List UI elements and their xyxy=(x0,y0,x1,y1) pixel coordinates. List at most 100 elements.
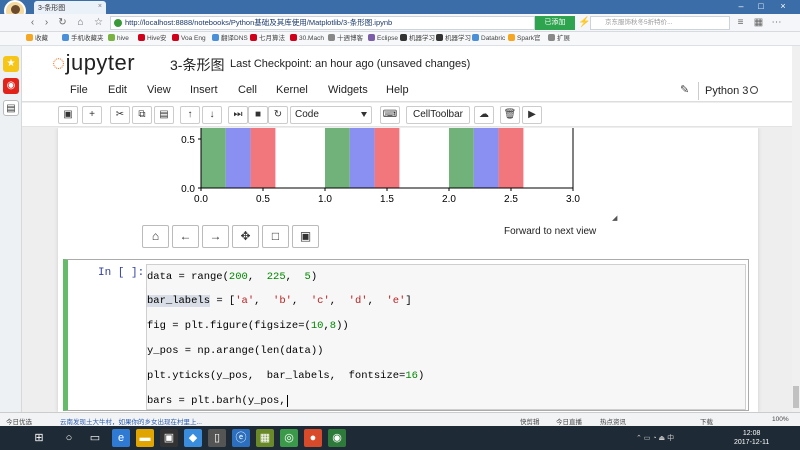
menu-icon[interactable]: ≡ xyxy=(734,16,747,29)
maximize-icon[interactable]: □ xyxy=(754,1,768,12)
weibo-icon[interactable]: ◉ xyxy=(3,78,19,94)
bookmark-item[interactable]: Spark官 xyxy=(508,34,540,44)
save-figure-icon[interactable]: ▣ xyxy=(292,225,319,248)
os-taskbar: ⊞ ○ ▭ e ▬ ▣ ◆ ▯ ⓔ ▦ ◎ ● ◉ ⌃ ▭ ◔ ⏏ 中 12:0… xyxy=(0,426,800,450)
bookmark-item[interactable]: 七月算法 xyxy=(250,34,285,44)
code-editor[interactable]: data = range(200, 225, 5) bar_labels = ['… xyxy=(146,264,746,410)
bookmark-favicon-icon xyxy=(548,34,555,41)
bookmark-item[interactable]: 30.Mach xyxy=(290,34,324,44)
arrow-up-icon[interactable]: ↑ xyxy=(180,106,200,124)
bookmark-item[interactable]: 机器学习 xyxy=(436,34,471,44)
edit-pencil-icon[interactable]: ✎ xyxy=(680,83,689,96)
bookmark-item[interactable]: Voa Eng xyxy=(172,34,206,44)
stop-icon[interactable]: ■ xyxy=(248,106,268,124)
edge-icon[interactable]: ⓔ xyxy=(232,429,250,447)
scrollbar-thumb[interactable] xyxy=(793,386,799,408)
bookmark-item[interactable]: 机器学习 xyxy=(400,34,435,44)
bookmark-item[interactable]: Databric xyxy=(472,34,505,44)
video-icon[interactable]: ▶ xyxy=(522,106,542,124)
zoom-level[interactable]: 100% xyxy=(772,416,789,423)
bookmark-item[interactable]: 翻译DNS xyxy=(212,34,248,44)
windows-start-icon[interactable]: ⊞ xyxy=(30,429,48,447)
bookmark-item[interactable]: 收藏 xyxy=(26,34,48,44)
bar xyxy=(325,128,350,188)
plus-icon[interactable]: + xyxy=(82,106,102,124)
doc-icon[interactable]: ▤ xyxy=(3,100,19,116)
bookmark-item[interactable]: 扩展 xyxy=(548,34,570,44)
favorites-star-icon[interactable]: ★ xyxy=(3,56,19,72)
zoom-rect-icon[interactable]: □ xyxy=(262,225,289,248)
paste-icon[interactable]: ▤ xyxy=(154,106,174,124)
more-icon[interactable]: ⋯ xyxy=(770,16,783,29)
close-window-icon[interactable]: × xyxy=(776,1,790,12)
bookmark-item[interactable]: Hive安 xyxy=(138,34,167,44)
back-icon[interactable]: ‹ xyxy=(26,16,39,29)
cut-icon[interactable]: ✂ xyxy=(110,106,130,124)
statusbar-item[interactable]: 今日直播 xyxy=(556,416,582,426)
app-3-icon[interactable]: ◎ xyxy=(280,429,298,447)
refresh-icon[interactable]: ↻ xyxy=(268,106,288,124)
page-scrollbar[interactable] xyxy=(792,46,800,412)
code-cell[interactable]: In [ ]: data = range(200, 225, 5) bar_lab… xyxy=(63,259,749,411)
menu-insert[interactable]: Insert xyxy=(190,84,218,96)
keyboard-icon[interactable]: ⌨ xyxy=(380,106,400,124)
trash-icon[interactable]: 🗑 xyxy=(500,106,520,124)
statusbar-left[interactable]: 今日优选 xyxy=(6,416,32,426)
jupyter-logo[interactable]: ◌jupyter xyxy=(52,50,135,76)
added-button[interactable]: 已添加 xyxy=(535,16,575,30)
menu-kernel[interactable]: Kernel xyxy=(276,84,308,96)
notebook-name[interactable]: 3-条形图 xyxy=(170,55,224,75)
statusbar-news[interactable]: 云南发现土大牛村，如果你的乡女出现在村里上... xyxy=(60,416,202,426)
forward-icon[interactable]: › xyxy=(40,16,53,29)
bookmark-item[interactable]: 十週博客 xyxy=(328,34,363,44)
step-forward-icon[interactable]: ⏭ xyxy=(228,106,248,124)
address-bar[interactable]: http://localhost:8888/notebooks/Python基础… xyxy=(110,16,535,30)
system-tray[interactable]: ⌃ ▭ ◔ ⏏ 中 xyxy=(636,433,674,443)
statusbar-item[interactable]: 下载 xyxy=(700,416,713,426)
statusbar-item[interactable]: 快剪辑 xyxy=(520,416,540,426)
figure-resize-handle[interactable]: ◢ xyxy=(612,214,617,222)
celltoolbar-button[interactable]: CellToolbar xyxy=(406,106,470,124)
menu-cell[interactable]: Cell xyxy=(238,84,257,96)
folder-icon[interactable]: ▬ xyxy=(136,429,154,447)
bookmark-item[interactable]: hive xyxy=(108,34,129,44)
menu-view[interactable]: View xyxy=(147,84,171,96)
search-taskbar-icon[interactable]: ○ xyxy=(60,429,78,447)
home-nav-icon[interactable]: ⌂ xyxy=(74,16,87,29)
app-icon[interactable]: ◆ xyxy=(184,429,202,447)
move-icon[interactable]: ✥ xyxy=(232,225,259,248)
app-5-icon[interactable]: ◉ xyxy=(328,429,346,447)
copy-icon[interactable]: ⧉ xyxy=(132,106,152,124)
menu-help[interactable]: Help xyxy=(386,84,409,96)
upload-icon[interactable]: ☁ xyxy=(474,106,494,124)
menu-file[interactable]: File xyxy=(70,84,88,96)
taskbar-clock[interactable]: 12:08 2017-12-11 xyxy=(734,429,769,447)
arrow-right-icon[interactable]: → xyxy=(202,225,229,248)
star-icon[interactable]: ☆ xyxy=(92,16,105,29)
task-view-icon[interactable]: ▭ xyxy=(86,429,104,447)
browser-tab[interactable]: 3-条形图 × xyxy=(34,1,106,14)
app-4-icon[interactable]: ● xyxy=(304,429,322,447)
minimize-icon[interactable]: – xyxy=(734,1,748,12)
bookmark-item[interactable]: Eclipse xyxy=(368,34,398,44)
arrow-down-icon[interactable]: ↓ xyxy=(202,106,222,124)
save-icon[interactable]: ▣ xyxy=(58,106,78,124)
ie-icon[interactable]: e xyxy=(112,429,130,447)
grid-icon[interactable]: ▦ xyxy=(752,16,765,29)
terminal-icon[interactable]: ▯ xyxy=(208,429,226,447)
close-tab-icon[interactable]: × xyxy=(98,3,102,10)
home-icon[interactable]: ⌂ xyxy=(142,225,169,248)
store-icon[interactable]: ▣ xyxy=(160,429,178,447)
search-input[interactable]: 京东服饰秋冬5折特价... xyxy=(590,16,730,30)
app-2-icon[interactable]: ▦ xyxy=(256,429,274,447)
bar xyxy=(201,128,226,188)
x-tick-label: 2.5 xyxy=(504,194,518,205)
bookmark-item[interactable]: 手机收藏夹 xyxy=(62,34,104,44)
menu-edit[interactable]: Edit xyxy=(108,84,127,96)
bar xyxy=(449,128,474,188)
menu-widgets[interactable]: Widgets xyxy=(328,84,368,96)
arrow-left-icon[interactable]: ← xyxy=(172,225,199,248)
reload-icon[interactable]: ↻ xyxy=(56,16,69,29)
cell-type-select[interactable]: Code xyxy=(290,106,372,124)
statusbar-item[interactable]: 热点资讯 xyxy=(600,416,626,426)
